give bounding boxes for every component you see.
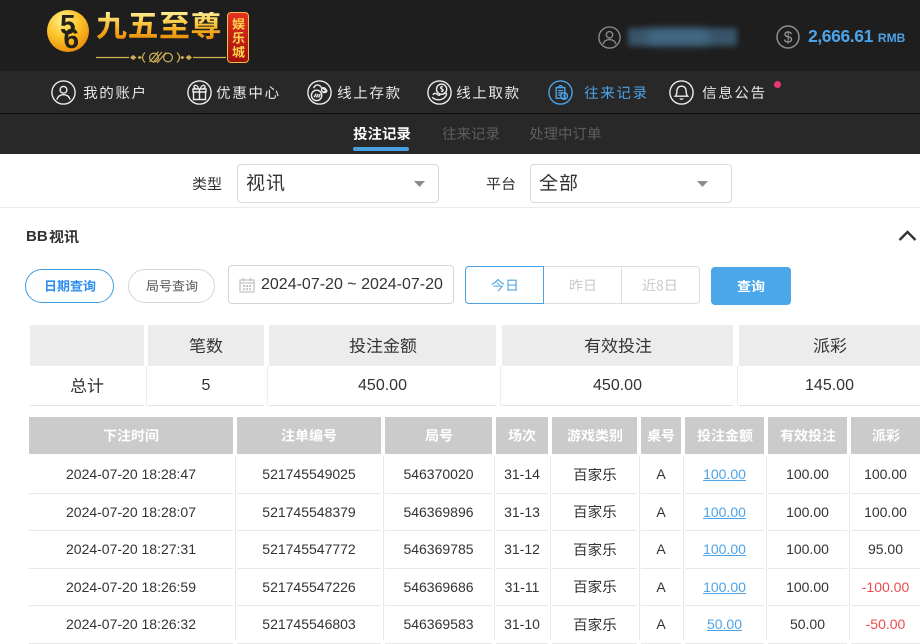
svg-text:9: 9 <box>63 23 79 53</box>
svg-text:$: $ <box>784 30 793 47</box>
